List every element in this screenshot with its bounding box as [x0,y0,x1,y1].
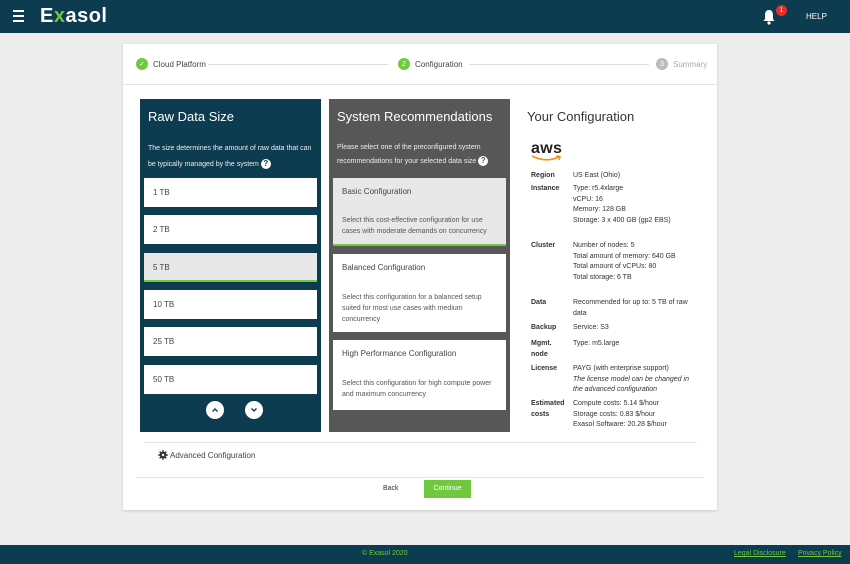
help-icon[interactable]: ? [260,159,271,170]
step-connector [208,64,388,65]
step-summary[interactable]: 3 Summary [656,58,707,70]
size-option-5tb[interactable]: 5 TB [144,253,317,282]
system-recommendations-panel: System Recommendations Please select one… [329,99,510,432]
config-option-basic[interactable]: Basic Configuration Select this cost-eff… [333,178,506,246]
panel-title: System Recommendations [337,109,493,124]
panel-description: The size determines the amount of raw da… [148,145,312,170]
config-option-high-performance[interactable]: High Performance Configuration Select th… [333,340,506,410]
step-label: Cloud Platform [153,59,206,69]
chevron-down-icon [251,407,257,412]
scroll-down-button[interactable] [245,401,263,419]
chevron-up-icon [212,407,218,412]
notification-badge: 1 [776,5,787,16]
divider [136,477,704,478]
copyright-text: © Exasol 2020 [362,550,408,557]
exasol-logo[interactable]: Exasol [40,5,108,28]
config-option-balanced[interactable]: Balanced Configuration Select this confi… [333,254,506,332]
config-description: Select this configuration for high compu… [342,380,492,398]
scroll-up-button[interactable] [206,401,224,419]
config-title: Balanced Configuration [342,263,426,272]
footer: © Exasol 2020 Legal Disclosure Privacy P… [0,545,850,564]
config-description: Select this configuration for a balanced… [342,294,482,323]
step-cloud-platform[interactable]: ✓ Cloud Platform [136,58,206,70]
config-title: Basic Configuration [342,187,412,196]
raw-data-size-panel: Raw Data Size The size determines the am… [140,99,321,432]
privacy-policy-link[interactable]: Privacy Policy [798,550,842,557]
continue-button[interactable]: Continue [424,480,471,498]
help-link[interactable]: HELP [806,12,827,21]
back-button[interactable]: Back [383,483,399,494]
top-bar: Exasol 1 HELP [0,0,850,33]
stepper: ✓ Cloud Platform 2 Configuration 3 Summa… [123,44,717,85]
advanced-configuration-toggle[interactable]: Advanced Configuration [158,450,255,460]
size-option-25tb[interactable]: 25 TB [144,327,317,356]
size-option-1tb[interactable]: 1 TB [144,178,317,207]
help-icon[interactable]: ? [478,156,489,167]
step-number: 2 [398,58,410,70]
size-option-10tb[interactable]: 10 TB [144,290,317,319]
size-option-50tb[interactable]: 50 TB [144,365,317,394]
panel-title: Raw Data Size [148,109,234,124]
aws-logo: aws [531,140,563,162]
bell-icon[interactable] [762,9,776,25]
your-configuration-title: Your Configuration [527,109,635,124]
configuration-card: ✓ Cloud Platform 2 Configuration 3 Summa… [123,44,717,510]
step-label: Summary [673,59,708,69]
step-configuration[interactable]: 2 Configuration [398,58,463,70]
size-option-2tb[interactable]: 2 TB [144,215,317,244]
config-title: High Performance Configuration [342,349,457,358]
config-description: Select this cost-effective configuration… [342,217,487,235]
check-icon: ✓ [136,58,148,70]
gear-icon [158,450,168,460]
advanced-configuration-label: Advanced Configuration [170,450,256,460]
divider [144,442,697,443]
step-connector [469,64,649,65]
step-number: 3 [656,58,668,70]
panel-description: Please select one of the preconfigured s… [337,141,507,169]
legal-disclosure-link[interactable]: Legal Disclosure [734,550,786,557]
menu-icon[interactable] [13,10,24,22]
step-label: Configuration [415,59,463,69]
